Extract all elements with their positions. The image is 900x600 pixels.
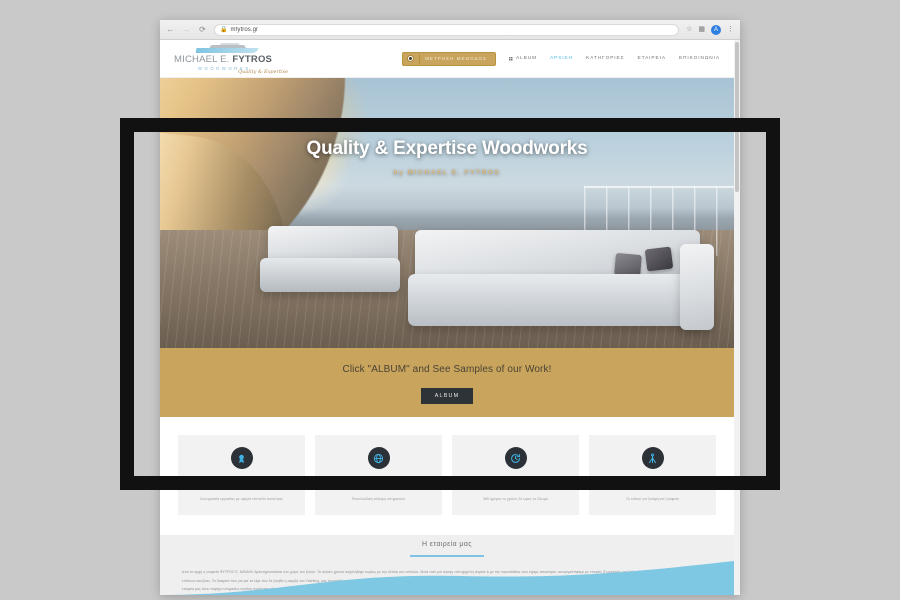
grid-icon — [508, 56, 513, 61]
site-header: MICHAEL E. FYTROS WOODWORKS Quality & Ex… — [160, 40, 734, 78]
address-bar[interactable]: 🔒 mfytros.gr — [214, 23, 680, 36]
award-badge-icon — [230, 447, 253, 469]
nav-item-label: ΚΑΤΗΓΟΡΙΕΣ — [585, 56, 625, 61]
feature-cards: Quality Συνεργασία εργασίας με υψηλά επί… — [160, 417, 734, 536]
hero-sofa-left-seat — [260, 258, 400, 292]
feature-card-quality[interactable]: Quality Συνεργασία εργασίας με υψηλά επί… — [178, 435, 305, 516]
reload-icon[interactable]: ⟳ — [198, 25, 207, 34]
brand-name: MICHAEL E. FYTROS — [174, 54, 273, 66]
kebab-menu-icon[interactable]: ⋮ — [727, 26, 734, 33]
yacht-logo-icon — [195, 42, 259, 55]
nav-item-label: ΑΡΧΙΚΗ — [549, 56, 573, 61]
browser-toolbar: ← → ⟳ 🔒 mfytros.gr ☆ ▦ A ⋮ — [160, 20, 740, 40]
browser-toolbar-actions: ☆ ▦ A ⋮ — [686, 24, 734, 35]
feature-card-all-over-greece[interactable]: All Over Greece Πανελλαδική κάλυψη υπηρε… — [315, 435, 442, 516]
feature-title: All Over Greece — [340, 478, 417, 490]
feature-title: Yachts & Offices — [613, 478, 692, 490]
hero-cushion — [644, 246, 674, 272]
feature-description: Οι ειδικοί για Σκάφη και Γραφεία — [626, 497, 679, 501]
nav-item-label: ALBUM — [515, 56, 537, 61]
nav-item-etaireia[interactable]: ΕΤΑΙΡΕΙΑ — [638, 56, 666, 61]
hero-sofa-arm — [680, 244, 714, 330]
feature-description: 365 ημέρες το χρόνο 24 ώρες το 24ωρο — [482, 497, 549, 501]
extensions-icon[interactable]: ▦ — [698, 26, 705, 33]
page-scrollbar[interactable] — [734, 40, 740, 595]
brand-script-tagline: Quality & Expertise — [238, 68, 289, 75]
lock-icon: 🔒 — [220, 26, 228, 33]
anchor-icon — [641, 447, 664, 469]
feature-title: Quality — [224, 478, 259, 490]
about-heading: Η εταιρεία μας — [421, 541, 473, 549]
feature-description: Συνεργασία εργασίας με υψηλά επίπεδα ποι… — [199, 497, 284, 501]
methods-button-label: ΜΕΤΡΗΣΗ ΜΕΘΟΔΟΣ — [425, 56, 487, 61]
hero-subtitle: by MICHAEL E. FYTROS — [393, 169, 501, 176]
feature-description: Πανελλαδική κάλυψη υπηρεσιών — [351, 497, 406, 501]
cta-text: Click "ALBUM" and See Samples of our Wor… — [342, 364, 552, 375]
hero-title: Quality & Expertise Woodworks — [306, 138, 588, 159]
avatar[interactable]: A — [711, 24, 721, 35]
nav-item-katigories[interactable]: ΚΑΤΗΓΟΡΙΕΣ — [586, 56, 625, 61]
star-icon[interactable]: ☆ — [686, 26, 692, 33]
nav-item-label: ΕΤΑΙΡΕΙΑ — [637, 56, 666, 61]
hero-sofa-seat — [408, 274, 708, 326]
nav-item-arxiki[interactable]: ΑΡΧΙΚΗ — [550, 56, 573, 61]
wave-decoration — [160, 559, 734, 595]
nav-item-epikoinonia[interactable]: ΕΠΙΚΟΙΝΩΝΙΑ — [679, 56, 720, 61]
feature-card-yachts-offices[interactable]: Yachts & Offices Οι ειδικοί για Σκάφη κα… — [589, 435, 716, 516]
website-viewport: MICHAEL E. FYTROS WOODWORKS Quality & Ex… — [160, 40, 734, 595]
scrollbar-thumb[interactable] — [735, 42, 739, 192]
back-arrow-icon[interactable]: ← — [166, 25, 175, 34]
methods-button[interactable]: ΜΕΤΡΗΣΗ ΜΕΘΟΔΟΣ — [402, 51, 496, 66]
radio-icon — [407, 55, 415, 62]
address-bar-url: mfytros.gr — [230, 26, 259, 33]
feature-title: 24/7 — [505, 478, 526, 490]
hero-text-block: Quality & Expertise Woodworks by MICHAEL… — [160, 138, 734, 176]
divider — [419, 53, 421, 64]
section-divider — [410, 555, 484, 558]
hero-banner: Quality & Expertise Woodworks by MICHAEL… — [160, 78, 734, 348]
feature-card-24-7[interactable]: 24/7 365 ημέρες το χρόνο 24 ώρες το 24ωρ… — [452, 435, 579, 516]
site-navigation: ΜΕΤΡΗΣΗ ΜΕΘΟΔΟΣ ALBUM ΑΡΧΙΚΗ ΚΑΤΗΓΟΡΙΕΣ … — [294, 51, 720, 66]
cta-band: Click "ALBUM" and See Samples of our Wor… — [160, 348, 734, 417]
nav-item-label: ΕΠΙΚΟΙΝΩΝΙΑ — [678, 56, 720, 61]
clock-icon — [504, 447, 527, 469]
globe-icon — [367, 447, 390, 469]
album-button[interactable]: ALBUM — [420, 388, 474, 404]
brand-logo[interactable]: MICHAEL E. FYTROS WOODWORKS Quality & Ex… — [174, 42, 294, 75]
forward-arrow-icon: → — [182, 24, 191, 34]
browser-window: ← → ⟳ 🔒 mfytros.gr ☆ ▦ A ⋮ MICHAEL E. FY… — [160, 20, 740, 595]
nav-item-album[interactable]: ALBUM — [508, 56, 537, 61]
